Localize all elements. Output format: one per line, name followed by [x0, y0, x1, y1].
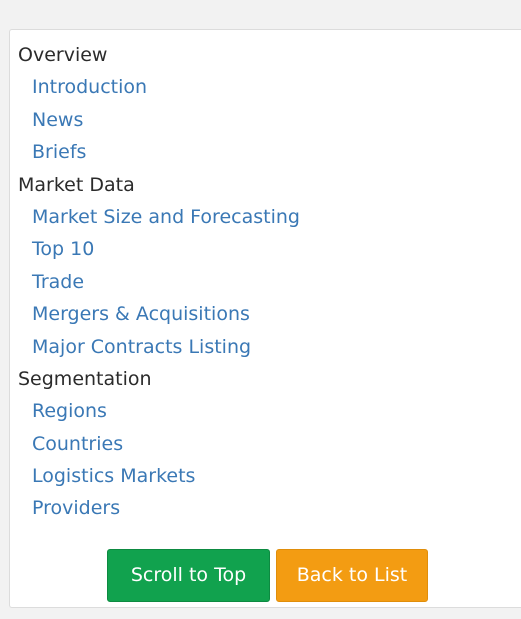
toc-item-top-10: Top 10	[18, 233, 300, 265]
toc-item-mergers: Mergers & Acquisitions	[18, 298, 300, 330]
toc-list: Overview Introduction News Briefs Market…	[18, 39, 300, 525]
toc-item-market-size: Market Size and Forecasting	[18, 201, 300, 233]
section-heading-overview: Overview	[18, 44, 108, 66]
link-trade[interactable]: Trade	[18, 266, 300, 298]
link-regions[interactable]: Regions	[18, 395, 300, 427]
link-briefs[interactable]: Briefs	[18, 136, 300, 168]
toc-item-logistics-markets: Logistics Markets	[18, 460, 300, 492]
link-logistics-markets[interactable]: Logistics Markets	[18, 460, 300, 492]
scroll-to-top-button[interactable]: Scroll to Top	[107, 549, 270, 602]
toc-item-major-contracts: Major Contracts Listing	[18, 331, 300, 363]
link-major-contracts-listing[interactable]: Major Contracts Listing	[18, 331, 300, 363]
toc-item-introduction: Introduction	[18, 71, 300, 103]
toc-item-trade: Trade	[18, 266, 300, 298]
toc-item-regions: Regions	[18, 395, 300, 427]
link-news[interactable]: News	[18, 104, 300, 136]
section-heading-segmentation: Segmentation	[18, 367, 152, 390]
section-heading-market-data: Market Data	[18, 173, 135, 196]
table-of-contents-panel: Overview Introduction News Briefs Market…	[9, 29, 521, 608]
action-buttons: Scroll to Top Back to List	[107, 549, 428, 602]
toc-item-news: News	[18, 104, 300, 136]
link-providers[interactable]: Providers	[18, 492, 300, 524]
link-top-10[interactable]: Top 10	[18, 233, 300, 265]
link-introduction[interactable]: Introduction	[18, 71, 300, 103]
link-market-size-and-forecasting[interactable]: Market Size and Forecasting	[18, 201, 300, 233]
link-mergers-and-acquisitions[interactable]: Mergers & Acquisitions	[18, 298, 300, 330]
toc-item-providers: Providers	[18, 492, 300, 524]
back-to-list-button[interactable]: Back to List	[276, 549, 428, 602]
link-countries[interactable]: Countries	[18, 428, 300, 460]
toc-item-briefs: Briefs	[18, 136, 300, 168]
toc-item-countries: Countries	[18, 428, 300, 460]
